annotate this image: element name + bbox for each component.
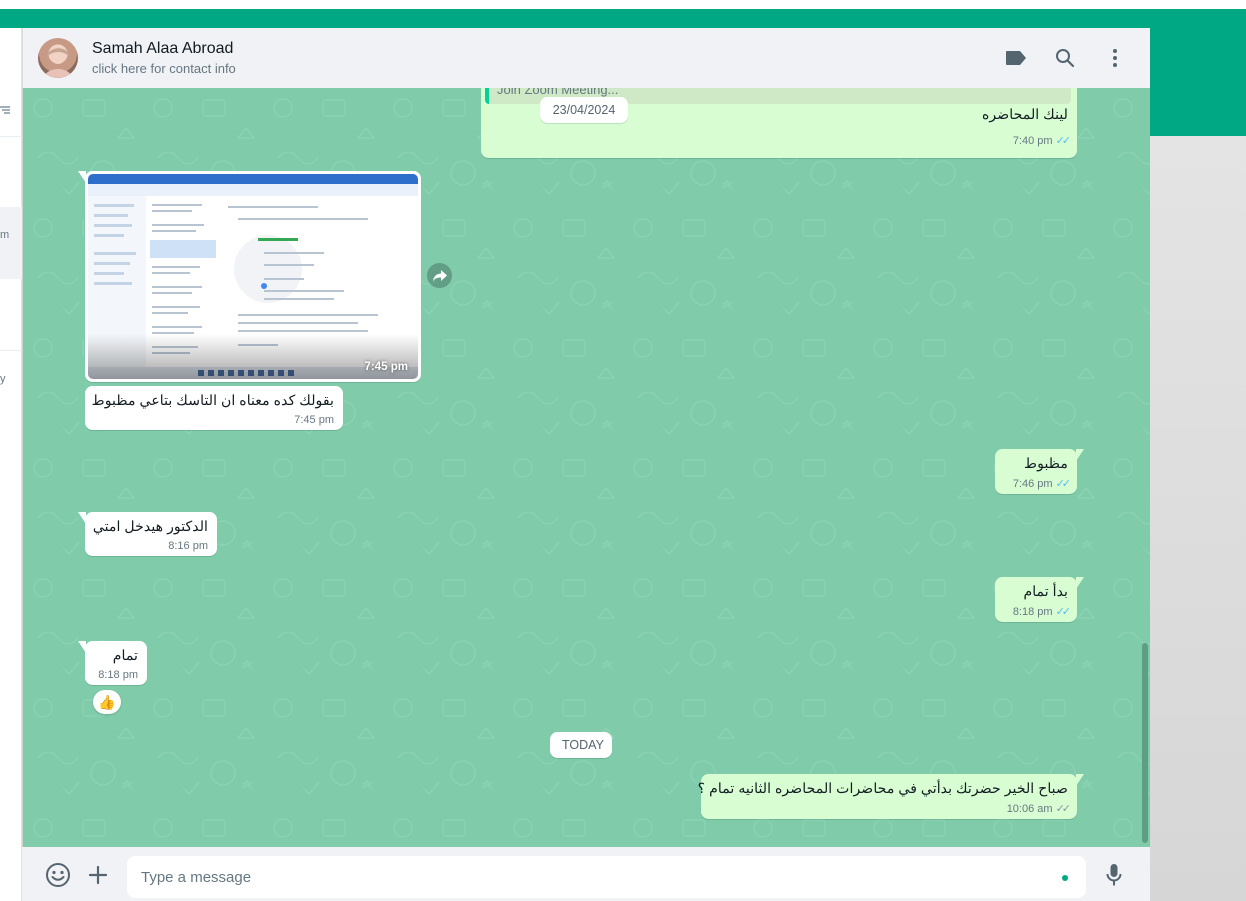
attach-plus-icon[interactable]	[85, 862, 111, 888]
chat-list-sidebar-partial: m y	[0, 28, 22, 901]
sidebar-selected-fragment: m	[0, 229, 10, 241]
contact-info-link[interactable]: click here for contact info	[92, 61, 236, 76]
read-ticks-icon: ✓✓	[1055, 135, 1072, 147]
filter-icon[interactable]	[0, 104, 10, 118]
delivered-ticks-icon: ✓✓	[1055, 803, 1072, 815]
message-meta: 8:18 pm ✓✓	[1004, 605, 1072, 618]
message-text: الدكتور هيدخل امتي	[92, 519, 208, 535]
message-time: 10:06 am	[1006, 803, 1053, 815]
avatar[interactable]	[38, 38, 78, 78]
microphone-icon[interactable]	[1101, 862, 1127, 888]
compose-bar	[22, 847, 1150, 901]
message-bubble-incoming[interactable]: تمام 8:18 pm	[78, 641, 147, 685]
message-bubble-incoming[interactable]: بقولك كده معناه ان التاسك بتاعي مظبوط 7:…	[85, 386, 343, 430]
message-bubble-incoming[interactable]: الدكتور هيدخل امتي 8:16 pm	[78, 512, 217, 556]
message-meta: 10:06 am ✓✓	[710, 802, 1072, 815]
bubble-tail	[78, 171, 86, 183]
search-icon[interactable]	[1053, 46, 1077, 70]
message-meta: 8:16 pm	[94, 540, 208, 552]
emoji-icon[interactable]	[45, 862, 71, 888]
message-image-incoming[interactable]: 7:45 pm	[78, 171, 421, 382]
message-bubble-outgoing[interactable]: صباح الخير حضرتك بدأتي في محاضرات المحاض…	[697, 774, 1084, 819]
contact-name[interactable]: Samah Alaa Abroad	[92, 40, 233, 58]
email-screenshot-image	[88, 174, 418, 379]
message-list[interactable]: Join Zoom Meeting... لينك المحاضره 7:40 …	[22, 88, 1150, 847]
reaction-thumbs-up[interactable]: 👍	[93, 690, 121, 714]
message-time: 8:18 pm	[98, 669, 138, 681]
message-meta: 8:18 pm	[94, 669, 138, 681]
message-text: لينك المحاضره	[981, 107, 1068, 123]
message-text: تمام	[112, 648, 138, 664]
message-text: مظبوط	[1024, 456, 1068, 472]
chat-header[interactable]: Samah Alaa Abroad click here for contact…	[22, 28, 1150, 88]
bubble-tail	[1076, 774, 1084, 786]
bubble-tail	[1076, 577, 1084, 589]
menu-icon[interactable]	[1103, 46, 1127, 70]
bubble-tail	[78, 641, 86, 653]
input-status-dot	[1062, 875, 1068, 881]
date-chip-today: TODAY	[550, 732, 612, 758]
image-thumbnail[interactable]: 7:45 pm	[88, 174, 418, 379]
right-background	[1150, 136, 1246, 901]
message-time: 7:46 pm	[1012, 478, 1053, 490]
message-list-scrollbar[interactable]	[1142, 643, 1148, 843]
label-icon[interactable]	[1004, 46, 1028, 70]
message-text: صباح الخير حضرتك بدأتي في محاضرات المحاض…	[697, 781, 1068, 797]
sidebar-lower-fragment: y	[0, 373, 6, 385]
forward-icon[interactable]	[427, 263, 452, 288]
read-ticks-icon: ✓✓	[1055, 606, 1072, 618]
bubble-tail	[78, 512, 86, 524]
message-time: 7:45 pm	[294, 414, 334, 426]
message-time: 7:45 pm	[364, 361, 408, 373]
message-time: 7:40 pm	[1012, 135, 1053, 147]
bubble-tail	[1076, 449, 1084, 461]
divider	[0, 350, 22, 351]
read-ticks-icon: ✓✓	[1055, 478, 1072, 490]
message-bubble-outgoing[interactable]: بدأ تمام 8:18 pm ✓✓	[995, 577, 1084, 622]
message-text: بقولك كده معناه ان التاسك بتاعي مظبوط	[91, 393, 334, 409]
message-meta: 7:45 pm	[94, 414, 334, 426]
message-time: 8:18 pm	[1012, 606, 1053, 618]
date-chip: 23/04/2024	[540, 97, 628, 123]
message-meta: 7:40 pm ✓✓	[1012, 134, 1072, 147]
message-time: 8:16 pm	[168, 540, 208, 552]
window-top-stripe	[0, 0, 1246, 9]
message-input[interactable]	[127, 856, 1086, 898]
message-bubble-outgoing[interactable]: مظبوط 7:46 pm ✓✓	[995, 449, 1084, 494]
message-meta: 7:46 pm ✓✓	[1004, 477, 1072, 490]
divider	[0, 136, 22, 137]
message-text: بدأ تمام	[1023, 584, 1068, 600]
sidebar-selected-chat[interactable]: m	[0, 207, 22, 279]
